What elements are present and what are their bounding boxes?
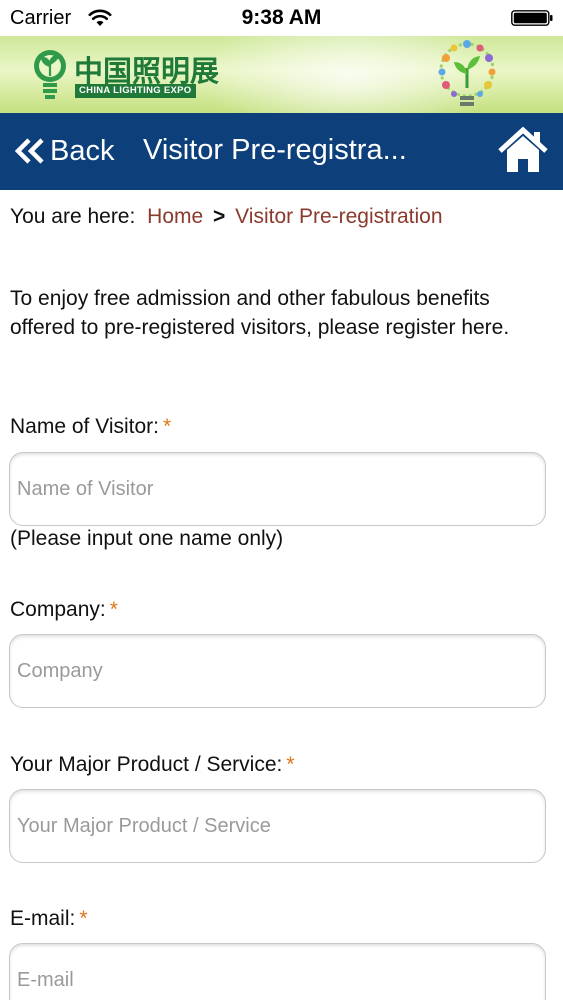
- expo-banner: 中国照明展 CHINA LIGHTING EXPO: [0, 36, 563, 113]
- back-label: Back: [50, 134, 115, 167]
- back-button[interactable]: Back: [14, 133, 114, 169]
- breadcrumb-prefix: You are here:: [10, 205, 136, 228]
- required-mark: *: [109, 598, 118, 621]
- email-input[interactable]: [9, 943, 546, 1000]
- required-mark: *: [163, 415, 172, 438]
- visitor-name-label: Name of Visitor: *: [10, 415, 171, 439]
- decorative-bulb-icon: [438, 40, 496, 106]
- battery-icon: [511, 10, 553, 26]
- product-service-label: Your Major Product / Service: *: [10, 753, 295, 777]
- company-label: Company: *: [10, 598, 118, 622]
- lightbulb-logo-icon: [34, 50, 66, 99]
- product-service-input[interactable]: [9, 789, 546, 863]
- breadcrumb-current: Visitor Pre-registration: [235, 205, 443, 228]
- nav-bar: Back Visitor Pre-registra...: [0, 113, 563, 190]
- logo-title-en: CHINA LIGHTING EXPO: [75, 84, 196, 98]
- email-label: E-mail: *: [10, 907, 88, 931]
- product-service-label-text: Your Major Product / Service:: [10, 753, 283, 776]
- breadcrumb-home-link[interactable]: Home: [147, 205, 203, 228]
- email-label-text: E-mail:: [10, 907, 76, 930]
- intro-text: To enjoy free admission and other fabulo…: [10, 287, 510, 339]
- page-title: Visitor Pre-registra...: [143, 134, 407, 166]
- double-chevron-left-icon: [14, 138, 44, 164]
- visitor-name-label-text: Name of Visitor:: [10, 415, 159, 438]
- visitor-name-hint: (Please input one name only): [10, 527, 284, 550]
- clock: 9:38 AM: [241, 6, 322, 29]
- company-input[interactable]: [9, 634, 546, 708]
- company-label-text: Company:: [10, 598, 106, 621]
- visitor-name-input[interactable]: [9, 452, 546, 526]
- breadcrumb-separator: >: [213, 205, 226, 228]
- home-icon[interactable]: [497, 126, 549, 176]
- required-mark: *: [79, 907, 88, 930]
- required-mark: *: [286, 753, 295, 776]
- status-bar: Carrier 9:38 AM: [0, 0, 563, 36]
- breadcrumb: You are here: Home > Visitor Pre-registr…: [10, 205, 443, 229]
